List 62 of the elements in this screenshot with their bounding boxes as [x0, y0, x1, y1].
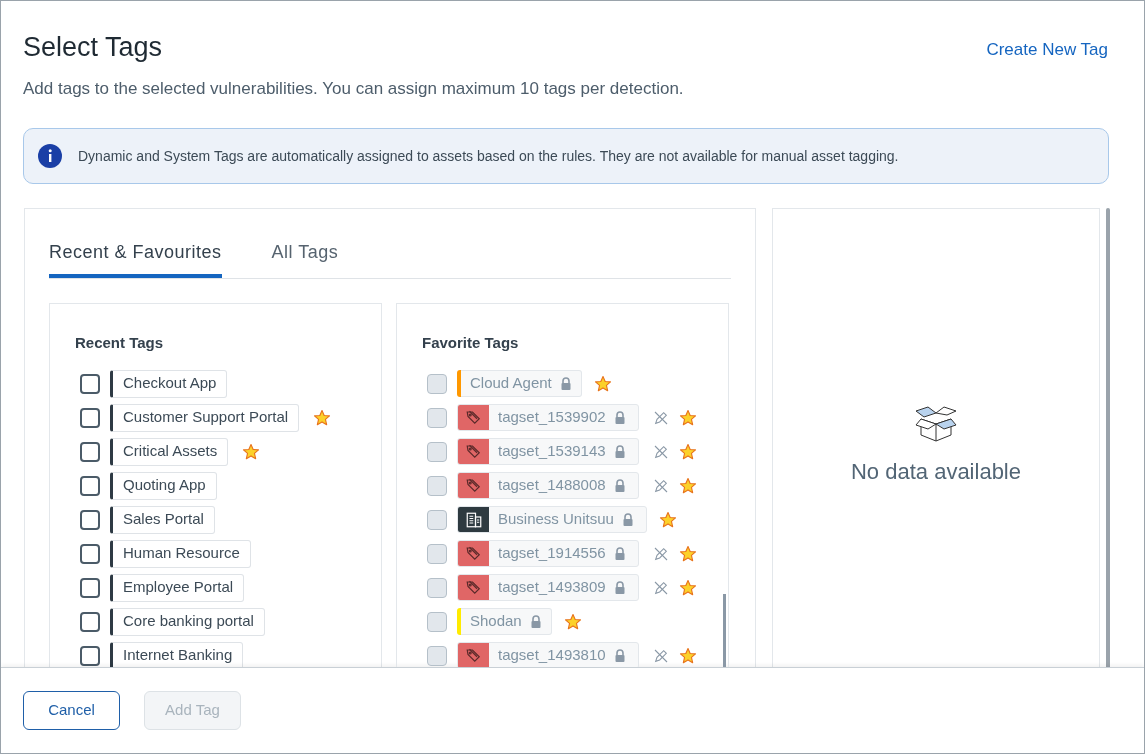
star-icon[interactable]	[313, 408, 332, 427]
tag-chip: Customer Support Portal	[110, 403, 300, 432]
lock-icon	[613, 581, 626, 594]
checkbox[interactable]	[80, 577, 100, 598]
tag-chip: Sales Portal	[110, 505, 215, 534]
lock-icon	[621, 513, 634, 526]
tag-chip: Shodan	[461, 608, 552, 635]
tags-icon	[464, 646, 483, 665]
checkbox[interactable]	[80, 407, 100, 428]
tag-chip: Critical Assets	[110, 437, 229, 466]
lock-icon	[559, 377, 572, 390]
tag-name: Business Unitsuu	[497, 509, 615, 530]
checkbox[interactable]	[80, 645, 100, 666]
dialog-subtitle: Add tags to the selected vulnerabilities. You can assign maximum 10 tags per detection.	[23, 77, 685, 100]
tab[interactable]: All Tags	[271, 239, 339, 278]
star-icon[interactable]	[678, 646, 697, 665]
lock-icon	[529, 615, 542, 628]
tag-name: tagset_1539143	[497, 441, 607, 462]
section-title: Recent Tags	[75, 333, 165, 353]
tag-chip: Employee Portal	[110, 573, 245, 602]
dialog-title: Select Tags	[23, 31, 163, 64]
section-title: Favorite Tags	[422, 333, 520, 353]
building-icon	[464, 510, 483, 529]
checkbox[interactable]	[80, 543, 100, 564]
empty-state-text: No data available	[851, 458, 1021, 486]
tags-icon	[464, 442, 483, 461]
info-text: Dynamic and System Tags are automatically assigned to assets based on the rules. They are not available for manual asset tagging.	[78, 146, 899, 166]
tag-chip: Core banking portal	[110, 607, 265, 636]
checkbox[interactable]	[80, 373, 100, 394]
tab[interactable]: Recent & Favourites	[49, 239, 222, 278]
info-icon	[38, 144, 62, 168]
cancel-button[interactable]: Cancel	[23, 691, 120, 730]
checkbox[interactable]	[80, 509, 100, 530]
star-icon[interactable]	[678, 408, 697, 427]
star-icon[interactable]	[242, 442, 261, 461]
tag-name: tagset_1488008	[497, 475, 607, 496]
checkbox[interactable]	[80, 441, 100, 462]
tag-chip: Checkout App	[110, 369, 228, 398]
star-icon[interactable]	[678, 544, 697, 563]
checkbox[interactable]	[80, 611, 100, 632]
tag-name: tagset_1914556	[497, 543, 607, 564]
lock-icon	[613, 411, 626, 424]
tags-icon	[464, 578, 483, 597]
star-icon[interactable]	[678, 476, 697, 495]
star-icon[interactable]	[678, 442, 697, 461]
tags-icon	[464, 408, 483, 427]
checkbox[interactable]	[80, 475, 100, 496]
lock-icon	[613, 445, 626, 458]
create-new-tag-link[interactable]: Create New Tag	[986, 37, 1108, 63]
tag-chip: Human Resource	[110, 539, 251, 568]
tag-chip: Quoting App	[110, 471, 217, 500]
tag-name: tagset_1539902	[497, 407, 607, 428]
tag-name: tagset_1493810	[497, 645, 607, 666]
lock-icon	[613, 479, 626, 492]
tag-name: tagset_1493809	[497, 577, 607, 598]
lock-icon	[613, 547, 626, 560]
tag-chip: Internet Banking	[110, 641, 244, 667]
tags-icon	[464, 476, 483, 495]
tags-icon	[464, 544, 483, 563]
lock-icon	[613, 649, 626, 662]
star-icon[interactable]	[678, 578, 697, 597]
tag-chip: Cloud Agent	[461, 370, 582, 397]
